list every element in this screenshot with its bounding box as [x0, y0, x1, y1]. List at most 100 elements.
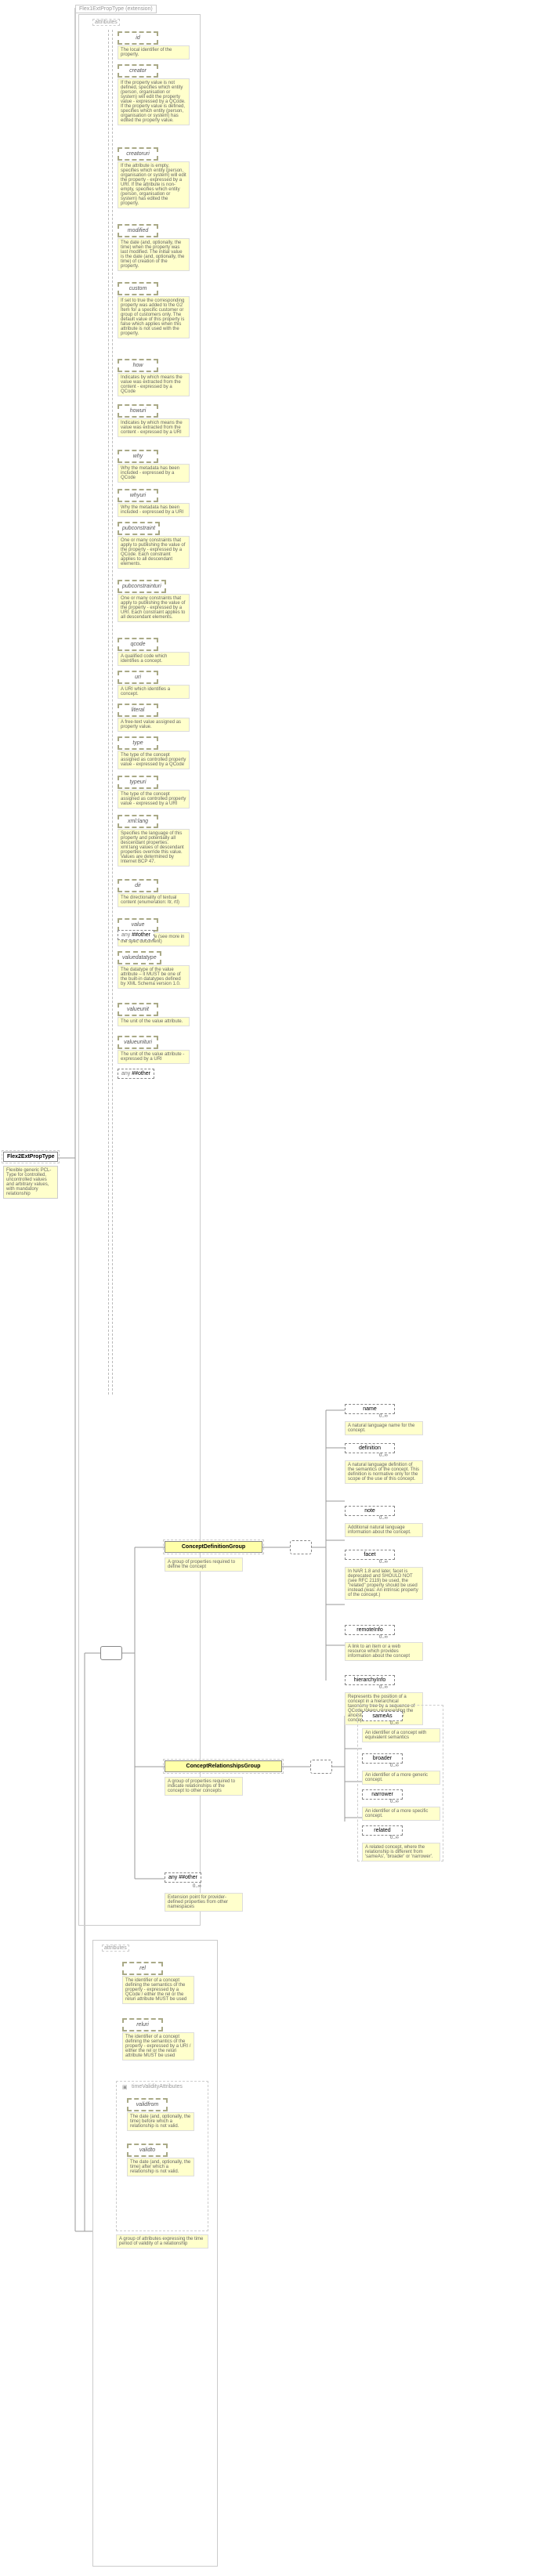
concept-definition-group-box: ConceptDefinitionGroup	[165, 1541, 262, 1553]
concept-relationships-group-box: ConceptRelationshipsGroup	[165, 1760, 282, 1772]
attr-pubconstraint-name: pubconstraint	[122, 526, 155, 531]
rel-child-related-desc: A related concept, where the relationshi…	[362, 1843, 440, 1861]
attr-validto-name: validto	[139, 2147, 155, 2153]
rel-child-narrower-desc: An identifier of a more specific concept…	[362, 1807, 440, 1821]
def-child-name-card: 0..∞	[379, 1414, 388, 1419]
any-attr-label: ##other	[132, 932, 150, 938]
def-child-definition-name: definition	[359, 1445, 381, 1451]
attr-whyuri-desc: Why the metadata has been included - exp…	[118, 503, 190, 517]
rel-child-narrower-name: narrower	[371, 1792, 393, 1797]
attr-whyuri-name: whyuri	[130, 493, 146, 498]
attr-modified-desc: The date (and, optionally, the time) whe…	[118, 238, 190, 271]
any-other-desc: Extension point for provider-defined pro…	[165, 1893, 243, 1912]
attr-type-desc: The type of the concept assigned as cont…	[118, 751, 190, 769]
def-child-name-box: name	[345, 1404, 395, 1414]
def-child-name-desc: A natural language name for the concept.	[345, 1421, 423, 1435]
any-other-cardinality: 0..∞	[193, 1884, 201, 1889]
attr-valuedatatype-desc: The datatype of the value attribute – it…	[118, 965, 190, 989]
base-type-label: Flex1ExtPropType (extension)	[75, 5, 157, 13]
def-child-name-name: name	[363, 1406, 377, 1412]
attr-whyuri-box: whyuri	[118, 489, 158, 502]
def-child-definition-desc: A natural language definition of the sem…	[345, 1460, 423, 1484]
attr-typeuri-name: typeuri	[129, 780, 146, 785]
attr-uri-desc: A URI which identifies a concept.	[118, 685, 190, 699]
attr-valueunituri-box: valueunituri	[118, 1036, 158, 1049]
def-child-definition-box: definition	[345, 1443, 395, 1453]
attr-howuri-desc: Indicates by which means the value was e…	[118, 418, 190, 437]
attr-rel-box: rel	[122, 1962, 163, 1975]
attr-why-box: why	[118, 450, 158, 463]
attr-dir-name: dir	[135, 883, 141, 888]
attr-pubconstrainturi-box: pubconstrainturi	[118, 580, 166, 593]
attr-qcode-name: qcode	[130, 642, 145, 647]
attr-reluri-desc: The identifier of a concept defining the…	[122, 2032, 194, 2060]
rel-child-broader-desc: An identifier of a more generic concept.	[362, 1771, 440, 1785]
attr-dir-box: dir	[118, 879, 158, 892]
time-validity-group-label: timeValidityAttributes	[130, 2084, 184, 2089]
attr-literal-name: literal	[132, 707, 145, 713]
attr-type-name: type	[132, 740, 143, 746]
time-validity-group-desc: A group of attributes expressing the tim…	[116, 2234, 208, 2249]
sequence-indicator-def	[290, 1540, 312, 1554]
attr-creatoruri-name: creatoruri	[126, 151, 150, 157]
def-child-facet-name: facet	[364, 1552, 375, 1558]
rel-child-broader-card: 0..∞	[390, 1764, 399, 1768]
rel-child-sameAs-card: 0..∞	[390, 1721, 399, 1726]
attr-custom-desc: If set to true the corresponding propert…	[118, 296, 190, 338]
root-type-desc: Flexible generic PCL-Type for controlled…	[3, 1166, 58, 1199]
root-type-box: Flex2ExtPropType	[3, 1152, 58, 1162]
attr-creator-box: creator	[118, 64, 158, 78]
attr-id-box: id	[118, 31, 158, 45]
rel-child-narrower-card: 0..∞	[390, 1800, 399, 1804]
attr-id-name: id	[136, 35, 139, 41]
attr-pubconstrainturi-name: pubconstrainturi	[122, 584, 161, 589]
def-child-hierarchyInfo-card: 0..∞	[379, 1685, 388, 1690]
attr-modified-name: modified	[128, 228, 148, 233]
attr-valueunituri-desc: The unit of the value attribute - expres…	[118, 1050, 190, 1064]
rel-child-narrower-box: narrower	[362, 1789, 403, 1800]
attr-custom-box: custom	[118, 282, 158, 295]
concept-definition-group-desc: A group of properties required to define…	[165, 1558, 243, 1572]
attr-literal-desc: A free-text value assigned as property v…	[118, 718, 190, 732]
sequence-indicator-main	[100, 1646, 122, 1660]
attr-why-name: why	[133, 454, 143, 459]
any-attribute-box: any ##other	[118, 930, 154, 940]
def-child-facet-desc: In NAR 1.8 and later, facet is deprecate…	[345, 1567, 423, 1600]
rel-child-sameAs-box: sameAs	[362, 1711, 403, 1721]
attr-id-desc: The local identifier of the property.	[118, 45, 190, 60]
rel-child-broader-name: broader	[373, 1756, 392, 1761]
def-child-facet-card: 0..∞	[379, 1560, 388, 1565]
attr-type-box: type	[118, 736, 158, 750]
attr-uri-box: uri	[118, 671, 158, 684]
attr-pubconstraint-box: pubconstraint	[118, 522, 160, 535]
attr-valueunit-name: valueunit	[127, 1007, 149, 1012]
attr-reluri-name: reluri	[136, 2022, 149, 2028]
attr-validfrom-box: validfrom	[127, 2098, 168, 2111]
def-child-remoteInfo-card: 0..∞	[379, 1635, 388, 1640]
attr-valuedatatype-name: valuedatatype	[122, 955, 157, 961]
concept-relationships-group-desc: A group of properties required to indica…	[165, 1777, 243, 1796]
attr-validfrom-desc: The date (and, optionally, the time) bef…	[127, 2112, 194, 2131]
attr-creator-name: creator	[129, 68, 147, 74]
attr-howuri-box: howuri	[118, 404, 158, 418]
attr-xml:lang-name: xml:lang	[128, 819, 148, 824]
attr-creator-desc: If the property value is not defined, sp…	[118, 78, 190, 125]
attr-why-desc: Why the metadata has been included - exp…	[118, 464, 190, 483]
attr-reluri-box: reluri	[122, 2018, 163, 2031]
attr-valueunit-desc: The unit of the value attribute.	[118, 1017, 190, 1026]
attr-creatoruri-box: creatoruri	[118, 147, 158, 161]
def-child-note-box: note	[345, 1506, 395, 1516]
attr-valuedatatype-box: valuedatatype	[118, 951, 161, 964]
attributes-section-label-1: attributes	[92, 19, 120, 26]
sequence-indicator-rel	[310, 1760, 332, 1774]
any-other-element-box: any ##other	[165, 1872, 201, 1883]
rel-child-related-name: related	[374, 1828, 390, 1833]
attr-custom-name: custom	[129, 286, 147, 291]
time-validity-group-icon: ▣	[121, 2084, 129, 2090]
attr-rel-desc: The identifier of a concept defining the…	[122, 1976, 194, 2004]
attr-how-desc: Indicates by which means the value was e…	[118, 373, 190, 396]
attr-rel-name: rel	[139, 1966, 146, 1971]
def-child-note-card: 0..∞	[379, 1516, 388, 1521]
concept-definition-group-name: ConceptDefinitionGroup	[182, 1544, 245, 1550]
attr-uri-name: uri	[135, 675, 141, 680]
